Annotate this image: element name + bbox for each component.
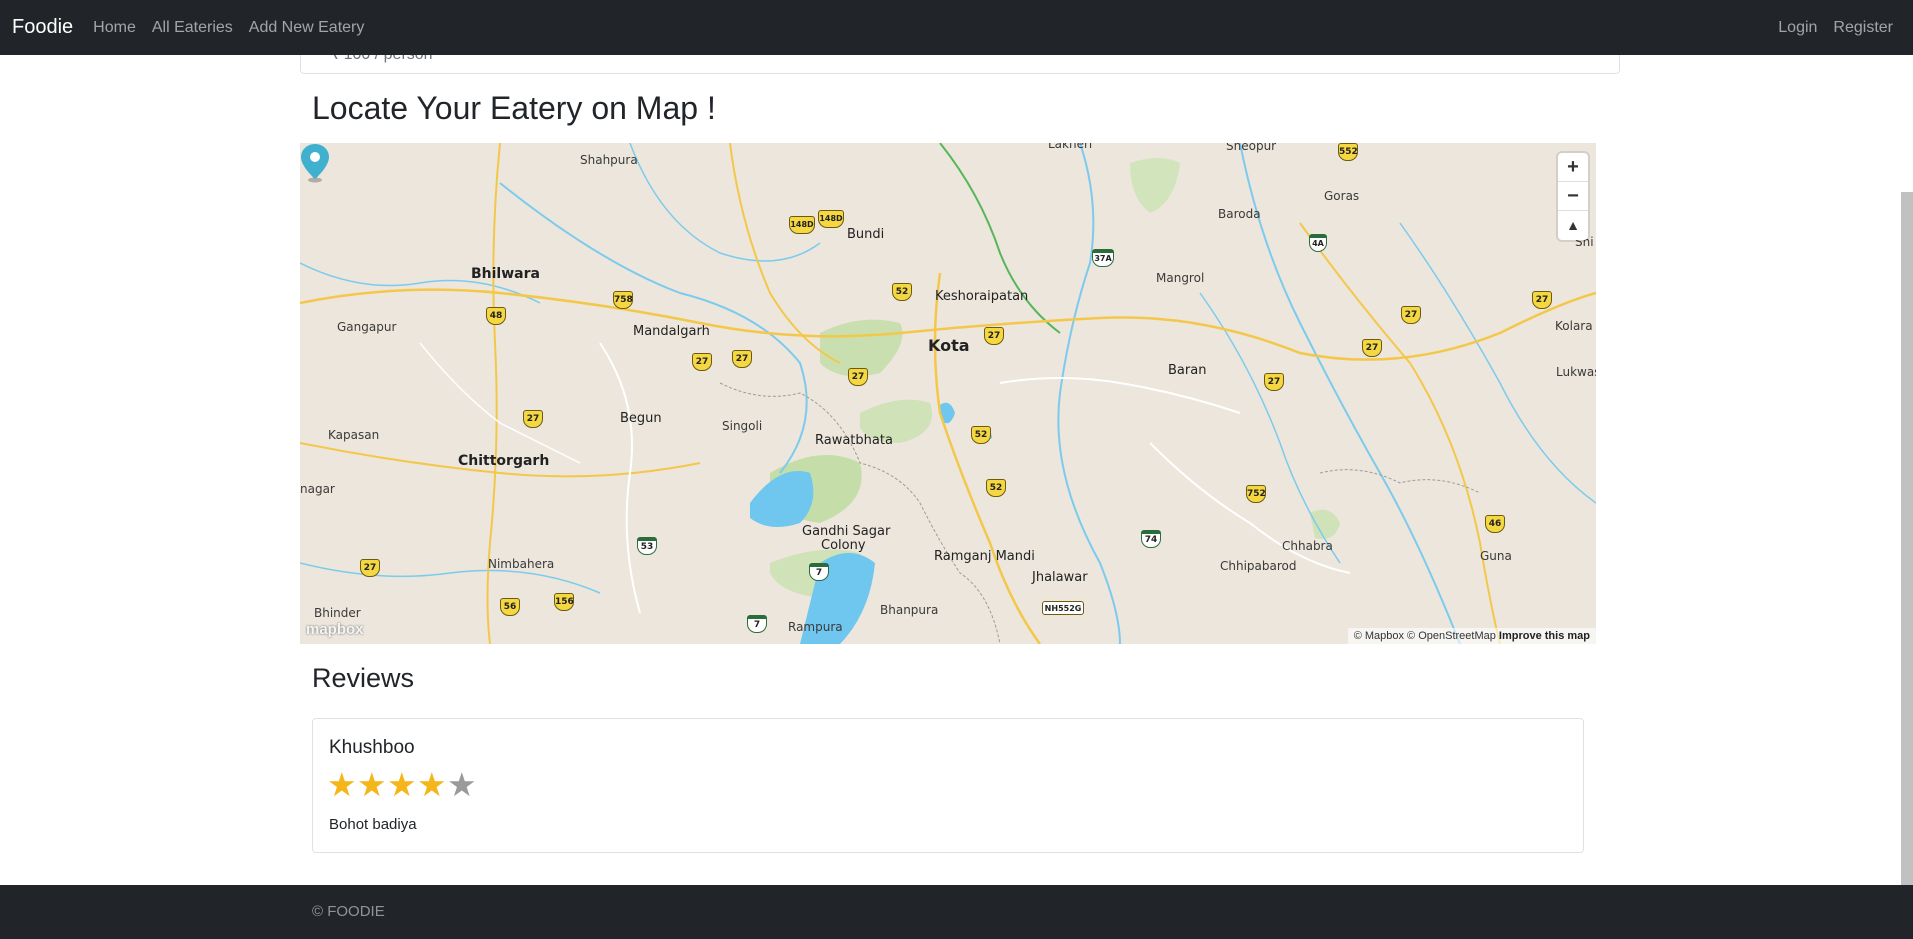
highway-shield: 27 (360, 559, 380, 577)
place-label: Colony (821, 538, 866, 553)
location-marker-icon[interactable] (300, 143, 330, 183)
star-empty-icon: ★ (447, 766, 477, 803)
highway-shield: 552 (1338, 143, 1358, 161)
place-label: Sheopur (1226, 143, 1277, 153)
highway-shield: 27 (848, 368, 868, 386)
place-label: Rawatbhata (815, 433, 893, 448)
place-label: Mangrol (1156, 271, 1205, 285)
nav-home[interactable]: Home (85, 19, 144, 37)
place-label: nagar (300, 482, 335, 496)
highway-shield: 758 (613, 291, 633, 309)
highway-shield: 148D (789, 216, 815, 234)
highway-shield: 752 (1246, 485, 1266, 503)
place-label: Nimbahera (488, 557, 555, 571)
highway-shield: 74 (1141, 530, 1161, 548)
star-filled-icon: ★ (327, 766, 357, 803)
place-label: Keshoraipatan (935, 289, 1029, 304)
map[interactable]: Shahpura Lakheri Sheopur Goras Bundi Bar… (300, 143, 1596, 644)
review-author: Khushboo (329, 737, 415, 758)
place-label: Baroda (1218, 207, 1261, 221)
highway-shield: 52 (892, 283, 912, 301)
map-navigation-control: + − ▲ (1558, 153, 1588, 240)
map-attribution: © Mapbox © OpenStreetMap Improve this ma… (1347, 628, 1596, 644)
review-card: Khushboo ★ ★ ★ ★ ★ Bohot badiya (312, 718, 1584, 853)
place-label: Bhanpura (880, 603, 939, 617)
place-label: Lukwas (1556, 365, 1596, 379)
navbar: Foodie Home All Eateries Add New Eatery … (0, 0, 1913, 55)
brand-link[interactable]: Foodie (12, 16, 73, 39)
place-label: Goras (1324, 189, 1360, 203)
compass-button[interactable]: ▲ (1558, 211, 1588, 240)
nav-add-eatery[interactable]: Add New Eatery (241, 19, 373, 37)
place-label: Guna (1480, 549, 1512, 563)
footer: © FOODIE (0, 885, 1913, 939)
highway-shield: 7 (809, 563, 829, 581)
star-filled-icon: ★ (357, 766, 387, 803)
highway-shield: 56 (500, 598, 520, 616)
highway-shield: 27 (692, 353, 712, 371)
improve-map-link[interactable]: Improve this map (1499, 630, 1590, 642)
attribution-text[interactable]: © Mapbox © OpenStreetMap (1354, 630, 1496, 642)
zoom-in-button[interactable]: + (1558, 153, 1588, 182)
highway-shield: 27 (1362, 339, 1382, 357)
place-label: Baran (1168, 363, 1207, 378)
place-label: Bhilwara (471, 266, 540, 282)
nav-right: Login Register (1770, 19, 1901, 37)
place-label: Kolara (1555, 319, 1593, 333)
highway-shield: NH552G (1042, 601, 1084, 615)
place-label: Lakheri (1048, 143, 1093, 151)
place-label: Rampura (788, 620, 843, 634)
place-label: Kapasan (328, 428, 380, 442)
highway-shield: 53 (637, 537, 657, 555)
place-label: Bhinder (314, 606, 361, 620)
highway-shield: 156 (554, 593, 574, 611)
star-rating: ★ ★ ★ ★ ★ (327, 765, 477, 805)
highway-shield: 52 (971, 426, 991, 444)
zoom-out-button[interactable]: − (1558, 182, 1588, 211)
nav-login[interactable]: Login (1770, 19, 1825, 37)
reviews-heading: Reviews (312, 663, 415, 693)
mapbox-logo[interactable]: mapbox (306, 621, 364, 638)
place-label: Gangapur (337, 320, 397, 334)
highway-shield: 27 (1532, 291, 1552, 309)
place-label: Gandhi Sagar (802, 524, 891, 539)
nav-register[interactable]: Register (1825, 19, 1901, 37)
highway-shield: 27 (984, 327, 1004, 345)
nav-all-eateries[interactable]: All Eateries (144, 19, 241, 37)
highway-shield: 27 (1264, 373, 1284, 391)
place-label: Jhalawar (1032, 570, 1088, 585)
review-body: Bohot badiya (329, 816, 417, 833)
place-label: Kota (928, 336, 970, 355)
star-filled-icon: ★ (417, 766, 447, 803)
highway-shield: 52 (986, 479, 1006, 497)
place-label: Chhipabarod (1220, 559, 1297, 573)
place-label: Ramganj Mandi (934, 549, 1035, 564)
highway-shield: 27 (1401, 306, 1421, 324)
highway-shield: 37A (1092, 249, 1114, 267)
highway-shield: 27 (732, 350, 752, 368)
highway-shield: 46 (1485, 515, 1505, 533)
place-label: Shahpura (580, 153, 638, 167)
place-label: Singoli (722, 419, 763, 433)
scrollbar-thumb[interactable] (1901, 192, 1913, 885)
highway-shield: 48 (486, 307, 506, 325)
highway-shield: 4A (1309, 234, 1327, 252)
place-label: Begun (620, 411, 662, 426)
place-label: Chittorgarh (458, 453, 550, 469)
highway-shield: 148D (818, 210, 844, 228)
place-label: Chhabra (1282, 539, 1333, 553)
highway-shield: 27 (523, 410, 543, 428)
place-label: Mandalgarh (633, 324, 710, 339)
map-heading: Locate Your Eatery on Map ! (312, 90, 716, 126)
star-filled-icon: ★ (387, 766, 417, 803)
place-label: Bundi (847, 227, 885, 242)
highway-shield: 7 (747, 615, 767, 633)
footer-copyright: © FOODIE (312, 903, 385, 920)
